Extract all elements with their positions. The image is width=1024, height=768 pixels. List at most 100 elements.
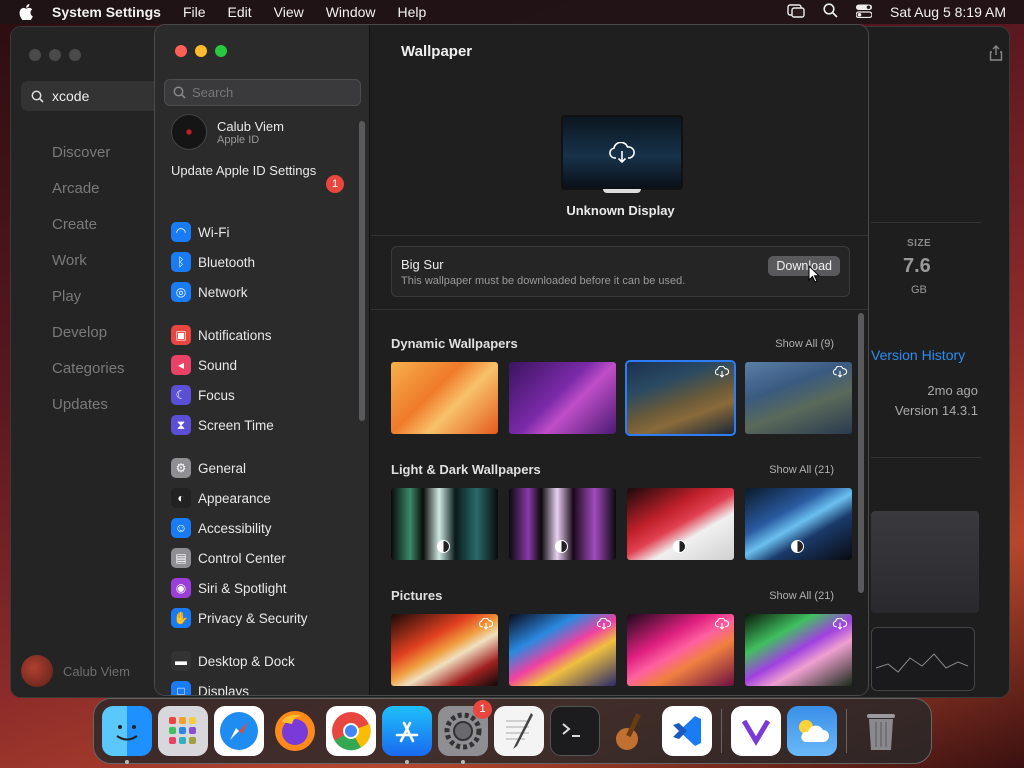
menu-help[interactable]: Help	[398, 4, 427, 20]
sidebar-item-siri-spotlight[interactable]: ◉ Siri & Spotlight	[155, 573, 360, 603]
sidebar-item-notifications[interactable]: ▣ Notifications	[155, 320, 360, 350]
sidebar-item-appearance[interactable]: ◐ Appearance	[155, 483, 360, 513]
show-all-dynamic-button[interactable]: Show All (9)	[775, 338, 834, 350]
version-history-link[interactable]: Version History	[871, 347, 965, 363]
menu-view[interactable]: View	[274, 4, 304, 20]
version-number: Version 14.3.1	[894, 403, 978, 418]
wallpaper-thumbnail[interactable]	[391, 488, 498, 560]
app-store-search-input[interactable]: xcode	[21, 81, 161, 111]
update-apple-id-settings[interactable]: Update Apple ID Settings 1	[155, 163, 360, 205]
cloud-download-icon	[832, 366, 848, 378]
section-pictures: Pictures	[391, 588, 443, 603]
light-dark-icon	[673, 540, 686, 553]
share-icon[interactable]	[989, 45, 1003, 66]
menu-edit[interactable]: Edit	[228, 4, 252, 20]
system-settings-icon[interactable]: 1	[438, 700, 492, 764]
show-all-light-dark-button[interactable]: Show All (21)	[769, 464, 834, 476]
menu-app-name[interactable]: System Settings	[52, 4, 161, 20]
search-icon	[173, 86, 186, 99]
sidebar-item-general[interactable]: ⚙ General	[155, 453, 360, 483]
sidebar-item-label: Appearance	[198, 490, 271, 506]
nav-develop[interactable]: Develop	[52, 315, 125, 351]
apple-menu-icon[interactable]	[16, 2, 36, 22]
sidebar-scrollbar[interactable]	[359, 121, 365, 421]
launchpad-icon[interactable]	[158, 706, 208, 756]
nav-create[interactable]: Create	[52, 207, 125, 243]
safari-icon[interactable]	[214, 706, 264, 756]
firefox-icon[interactable]	[270, 706, 320, 756]
nav-play[interactable]: Play	[52, 279, 125, 315]
finder-icon[interactable]	[102, 706, 152, 764]
screen-mirroring-icon[interactable]	[787, 3, 805, 21]
wallpaper-thumbnail[interactable]	[627, 488, 734, 560]
nav-group: ▬ Desktop & Dock □ Displays	[155, 646, 360, 696]
wallpaper-thumbnail-selected[interactable]	[625, 360, 736, 436]
sidebar-item-privacy-security[interactable]: ✋ Privacy & Security	[155, 603, 360, 633]
wallpaper-thumbnail[interactable]	[509, 614, 616, 686]
wallpaper-thumbnail[interactable]	[745, 362, 852, 434]
wallpaper-thumbnail[interactable]	[509, 362, 616, 434]
close-icon[interactable]	[29, 49, 41, 61]
sidebar-item-focus[interactable]: ☾ Focus	[155, 380, 360, 410]
sidebar-item-sound[interactable]: ◂ Sound	[155, 350, 360, 380]
chrome-icon[interactable]	[326, 706, 376, 756]
screenshot-thumbnail[interactable]	[871, 511, 979, 613]
update-badge: 1	[326, 175, 344, 193]
app-store-icon[interactable]	[382, 706, 432, 764]
maximize-icon[interactable]	[215, 45, 227, 57]
wallpaper-thumbnail[interactable]	[391, 362, 498, 434]
sidebar-item-displays[interactable]: □ Displays	[155, 676, 360, 696]
terminal-icon[interactable]	[550, 706, 600, 756]
sidebar-item-network[interactable]: ◎ Network	[155, 277, 360, 307]
instruments-icon[interactable]	[606, 706, 656, 756]
menu-window[interactable]: Window	[326, 4, 376, 20]
app-store-traffic-lights[interactable]	[29, 49, 81, 61]
sidebar-item-wi-fi[interactable]: ◠ Wi-Fi	[155, 217, 360, 247]
wallpaper-scrollbar[interactable]	[858, 313, 864, 593]
nav-work[interactable]: Work	[52, 243, 125, 279]
visual-studio-icon[interactable]	[731, 706, 781, 756]
settings-search-input[interactable]: Search	[164, 79, 361, 106]
control-center-icon[interactable]	[855, 4, 873, 21]
nav-updates[interactable]: Updates	[52, 387, 125, 423]
wallpaper-thumbnail[interactable]	[627, 614, 734, 686]
app-store-user-name: Calub Viem	[63, 663, 130, 679]
sidebar-item-bluetooth[interactable]: ᛒ Bluetooth	[155, 247, 360, 277]
close-icon[interactable]	[175, 45, 187, 57]
sidebar-item-label: Displays	[198, 683, 250, 696]
nav-arcade[interactable]: Arcade	[52, 171, 125, 207]
spotlight-search-icon[interactable]	[823, 3, 838, 21]
textedit-icon[interactable]	[494, 706, 544, 756]
download-button[interactable]: Download	[768, 256, 840, 276]
wallpaper-thumbnail[interactable]	[745, 614, 852, 686]
app-store-account[interactable]: Calub Viem	[21, 655, 130, 687]
menu-file[interactable]: File	[183, 4, 206, 20]
maximize-icon[interactable]	[69, 49, 81, 61]
dock-icon: ▬	[171, 651, 191, 671]
sidebar-item-accessibility[interactable]: ☺ Accessibility	[155, 513, 360, 543]
show-all-pictures-button[interactable]: Show All (21)	[769, 590, 834, 602]
divider	[371, 309, 868, 310]
minimize-icon[interactable]	[49, 49, 61, 61]
minimize-icon[interactable]	[195, 45, 207, 57]
weather-icon[interactable]	[787, 706, 837, 756]
divider	[871, 457, 981, 458]
page-title: Wallpaper	[401, 43, 473, 60]
sidebar-item-screen-time[interactable]: ⧗ Screen Time	[155, 410, 360, 440]
system-settings-window[interactable]: Search Calub Viem Apple ID Update Apple …	[154, 24, 869, 696]
apple-id-profile[interactable]: Calub Viem Apple ID	[155, 113, 360, 151]
screenshot-thumbnail[interactable]	[871, 627, 975, 691]
wallpaper-thumbnail[interactable]	[509, 488, 616, 560]
vscode-icon[interactable]	[662, 706, 712, 756]
menu-clock[interactable]: Sat Aug 5 8:19 AM	[890, 4, 1006, 20]
profile-name: Calub Viem	[217, 118, 284, 134]
sidebar-item-desktop-dock[interactable]: ▬ Desktop & Dock	[155, 646, 360, 676]
trash-icon[interactable]	[856, 706, 906, 756]
sidebar-item-control-center[interactable]: ▤ Control Center	[155, 543, 360, 573]
nav-categories[interactable]: Categories	[52, 351, 125, 387]
wallpaper-thumbnail[interactable]	[391, 614, 498, 686]
wallpaper-thumbnail[interactable]	[745, 488, 852, 560]
traffic-lights[interactable]	[175, 45, 227, 57]
nav-discover[interactable]: Discover	[52, 135, 125, 171]
light-dark-icon	[437, 540, 450, 553]
